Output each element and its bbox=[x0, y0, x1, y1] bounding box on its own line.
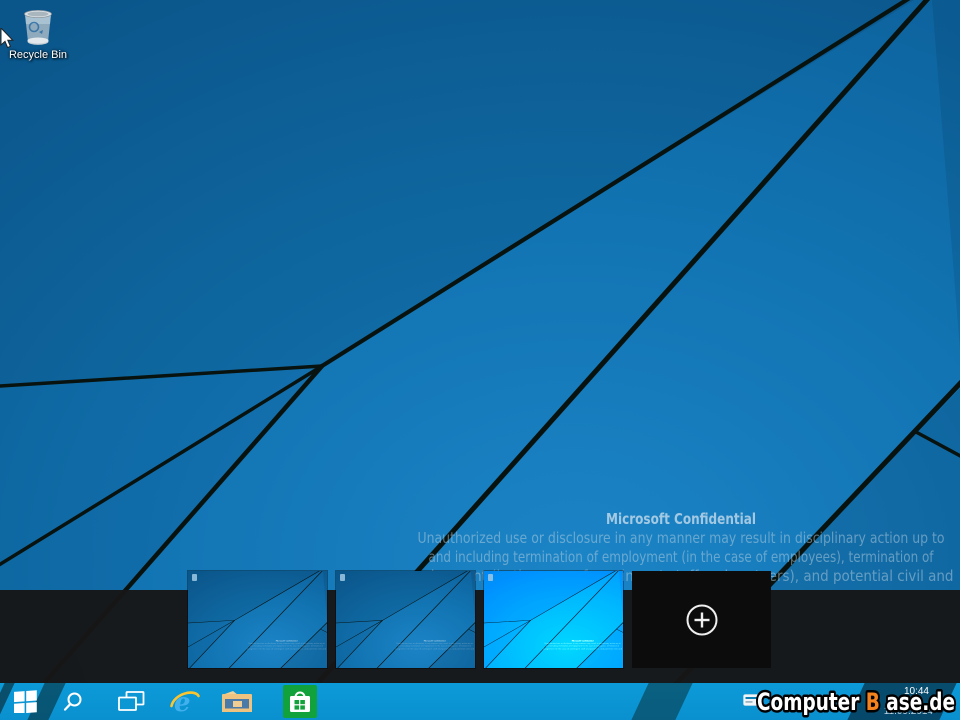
desktop: Microsoft Confidential Unauthorized use … bbox=[0, 0, 960, 720]
logo-part-b: B bbox=[866, 688, 880, 716]
internet-explorer-icon: e bbox=[170, 687, 200, 716]
internet-explorer-button[interactable]: e bbox=[169, 683, 201, 720]
store-button[interactable] bbox=[281, 683, 319, 720]
search-icon bbox=[62, 691, 84, 713]
logo-part-computer: Computer bbox=[757, 688, 859, 716]
taskbar-band bbox=[631, 683, 692, 720]
add-desktop-button[interactable] bbox=[632, 571, 771, 668]
desktop-thumbnail-1[interactable] bbox=[188, 571, 327, 668]
mini-recycle-bin-icon bbox=[192, 574, 197, 581]
mouse-cursor bbox=[0, 28, 16, 50]
plus-circle-icon bbox=[685, 603, 719, 637]
windows-start-icon bbox=[14, 690, 37, 713]
desktop-thumbnail-2[interactable] bbox=[336, 571, 475, 668]
svg-text:Computer B ase: Computer B ase.de bbox=[757, 688, 955, 716]
file-explorer-icon bbox=[221, 688, 253, 715]
start-button[interactable] bbox=[8, 683, 42, 720]
mini-recycle-bin-icon bbox=[340, 574, 345, 581]
logo-part-ase-de: ase.de bbox=[886, 688, 955, 716]
task-view-button[interactable] bbox=[115, 683, 147, 720]
task-view-icon bbox=[118, 691, 145, 712]
file-explorer-button[interactable] bbox=[221, 683, 253, 720]
desktop-3-preview bbox=[484, 571, 623, 668]
computerbase-logo: Computer B ase.de bbox=[750, 685, 960, 719]
mini-recycle-bin-icon bbox=[488, 574, 493, 581]
search-button[interactable] bbox=[58, 683, 88, 720]
taskbar: e bbox=[0, 683, 960, 720]
windows-store-icon bbox=[283, 685, 317, 718]
task-view-bar bbox=[0, 590, 960, 683]
desktop-thumbnail-3-active[interactable] bbox=[484, 571, 623, 668]
desktop-1-preview bbox=[188, 571, 327, 668]
recycle-bin-label: Recycle Bin bbox=[2, 49, 74, 61]
desktop-2-preview bbox=[336, 571, 475, 668]
recycle-bin-glyph bbox=[19, 6, 57, 48]
